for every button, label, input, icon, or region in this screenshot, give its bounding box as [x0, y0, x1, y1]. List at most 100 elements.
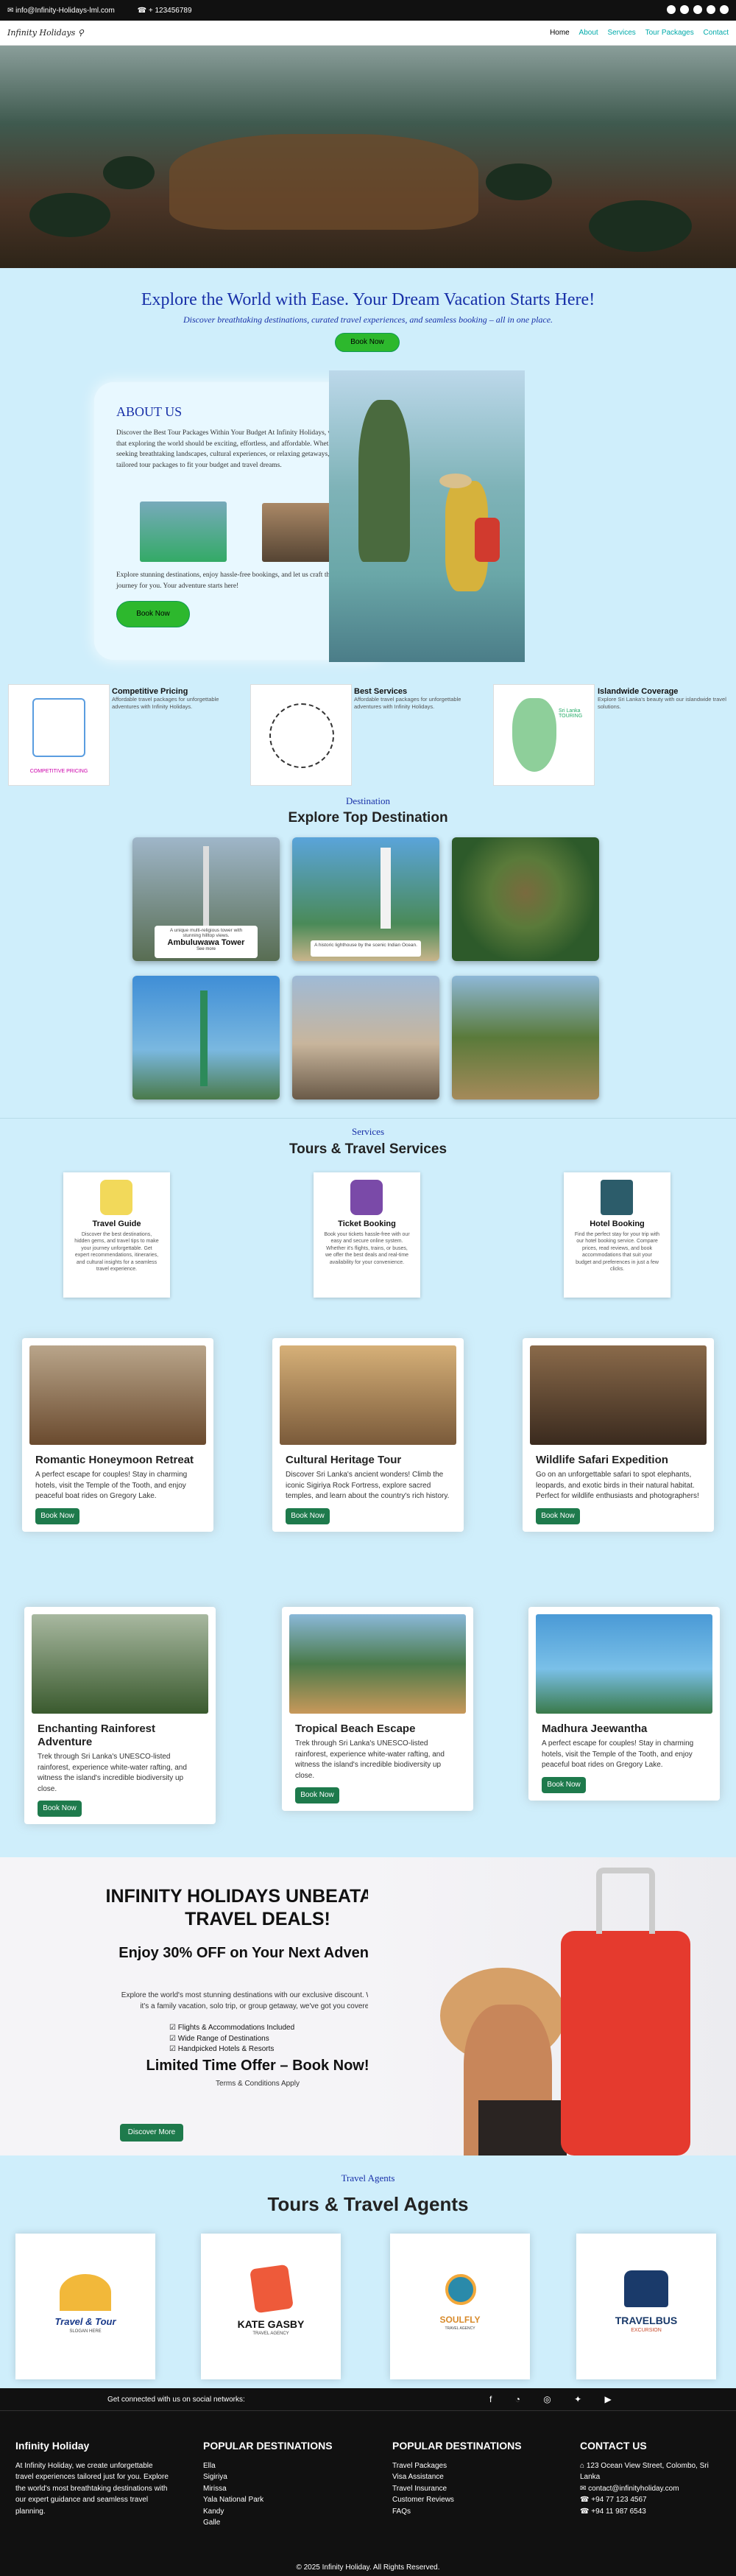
sun-hat [439, 474, 472, 488]
striped-shirt [478, 2100, 567, 2156]
service-title: Travel Guide [92, 1220, 141, 1228]
services-kicker: Services [351, 1126, 385, 1137]
footer-link[interactable]: Visa Assistance [392, 2471, 539, 2483]
promo-image [368, 1857, 736, 2156]
footer-link[interactable]: Galle [203, 2517, 350, 2529]
twitter-icon[interactable]: ✦ [574, 2394, 581, 2404]
footer-link[interactable]: Travel Insurance [392, 2483, 539, 2495]
promo-banner: INFINITY HOLIDAYS UNBEATABLE TRAVEL DEAL… [0, 1857, 736, 2156]
tour-book-button[interactable]: Book Now [542, 1776, 586, 1793]
agent-logo-name: SOULFLY [439, 2315, 481, 2325]
footer-link[interactable]: FAQs [392, 2506, 539, 2518]
phone-icon: ☎ [580, 2507, 590, 2516]
nav-tour-packages[interactable]: Tour Packages [645, 29, 694, 37]
tour-book-button[interactable]: Book Now [536, 1507, 580, 1524]
hero-tree [29, 193, 110, 237]
footer-link[interactable]: Mirissa [203, 2483, 350, 2495]
email-line[interactable]: ✉ contact@infinityholiday.com [580, 2483, 727, 2495]
phone-contact[interactable]: ☎ + 123456789 [138, 7, 202, 15]
email-contact[interactable]: ✉ info@Infinity-Holidays-lml.com [7, 7, 125, 15]
whatsapp-icon[interactable] [680, 4, 689, 14]
tour-title: Cultural Heritage Tour [286, 1454, 402, 1466]
nav-contact[interactable]: Contact [704, 29, 729, 37]
feature-coverage: Islandwide Coverage Explore Sri Lanka's … [598, 687, 730, 711]
destination-card-ambuluwawa[interactable]: A unique multi-religious tower with stun… [132, 837, 280, 961]
facebook-icon[interactable]: f [489, 2394, 492, 2404]
nav-about[interactable]: About [579, 29, 598, 37]
service-ticket-booking[interactable]: Ticket Booking Book your tickets hassle-… [314, 1172, 420, 1298]
hero-image [0, 46, 736, 268]
phone-line[interactable]: ☎ +94 11 987 6543 [580, 2506, 727, 2518]
destination-card-lighthouse[interactable]: A historic lighthouse by the scenic Indi… [292, 837, 439, 961]
feature-desc: Explore Sri Lanka's beauty with our isla… [598, 696, 726, 710]
destination-card-temple[interactable] [292, 976, 439, 1099]
discover-more-button[interactable]: Discover More [120, 2124, 183, 2142]
tour-book-button[interactable]: Book Now [295, 1787, 339, 1803]
footer-contact: CONTACT US ⌂ 123 Ocean View Street, Colo… [580, 2438, 727, 2517]
tour-book-button[interactable]: Book Now [286, 1507, 330, 1524]
facebook-icon[interactable] [667, 4, 676, 14]
agent-logo-sub: EXCURSION [631, 2328, 662, 2333]
agent-card[interactable]: TRAVELBUS EXCURSION [576, 2234, 716, 2379]
footer-destinations: POPULAR DESTINATIONS Ella Sigiriya Miris… [203, 2438, 350, 2529]
agent-card[interactable]: Travel & Tour SLOGAN HERE [15, 2234, 155, 2379]
ticket-icon [350, 1180, 383, 1215]
hotel-icon [601, 1180, 633, 1215]
phone-line[interactable]: ☎ +94 77 123 4567 [580, 2494, 727, 2506]
instagram-icon[interactable]: ◎ [543, 2394, 551, 2404]
about-title: ABOUT US [116, 404, 183, 419]
footer-link[interactable]: Travel Packages [392, 2460, 539, 2472]
feature-desc: Affordable travel packages for unforgett… [354, 696, 461, 710]
tower-shape [200, 990, 208, 1086]
nav-services[interactable]: Services [607, 29, 635, 37]
hero-tree [486, 163, 552, 200]
tour-card: Cultural Heritage Tour Discover Sri Lank… [272, 1338, 464, 1532]
tour-image [280, 1345, 456, 1445]
agent-card[interactable]: KATE GASBY TRAVEL AGENCY [201, 2234, 341, 2379]
about-book-button[interactable]: Book Now [116, 601, 190, 627]
agents-kicker: Travel Agents [341, 2172, 395, 2183]
promo-limited: Limited Time Offer – Book Now! [146, 2058, 369, 2074]
about-boat-photo [140, 502, 227, 562]
footer-link[interactable]: Sigiriya [203, 2471, 350, 2483]
site-logo[interactable]: Infinity Holidays ⚲ [7, 28, 84, 38]
destination-card-sigiriya[interactable] [452, 837, 599, 961]
destination-card-safari[interactable] [452, 976, 599, 1099]
tour-image [289, 1614, 466, 1714]
red-backpack [475, 518, 500, 562]
tour-book-button[interactable]: Book Now [38, 1801, 82, 1817]
footer-link[interactable]: Kandy [203, 2506, 350, 2518]
service-travel-guide[interactable]: Travel Guide Discover the best destinati… [63, 1172, 170, 1298]
nav-home[interactable]: Home [550, 29, 570, 37]
hero-book-button[interactable]: Book Now [335, 333, 400, 352]
phone-text: + 123456789 [148, 6, 192, 15]
destination-card-lotus-tower[interactable] [132, 976, 280, 1099]
instagram-icon[interactable] [693, 4, 702, 14]
navbar: Infinity Holidays ⚲ Home About Services … [0, 21, 736, 46]
footer-link[interactable]: Customer Reviews [392, 2494, 539, 2506]
agent-card[interactable]: SOULFLY TRAVEL AGENCY [390, 2234, 530, 2379]
tour-title: Wildlife Safari Expedition [536, 1454, 668, 1466]
agent-logo-sub: SLOGAN HERE [69, 2329, 102, 2334]
footer-link[interactable]: Yala National Park [203, 2494, 350, 2506]
promo-feature-text: Flights & Accommodations Included [177, 2024, 295, 2032]
price-tags-icon [32, 698, 85, 757]
see-more-link[interactable]: See more [155, 947, 258, 951]
tour-card: Wildlife Safari Expedition Go on an unfo… [523, 1338, 714, 1532]
whatsapp-icon[interactable]: ◔ [515, 2394, 520, 2404]
tour-card: Tropical Beach Escape Trek through Sri L… [282, 1607, 473, 1811]
tour-book-button[interactable]: Book Now [35, 1507, 79, 1524]
travel-guide-icon [100, 1180, 132, 1215]
map-label: Sri Lanka TOURING [559, 708, 583, 719]
tour-desc: Trek through Sri Lanka's UNESCO-listed r… [38, 1753, 187, 1793]
youtube-icon[interactable] [720, 4, 729, 14]
service-hotel-booking[interactable]: Hotel Booking Find the perfect stay for … [564, 1172, 670, 1298]
promo-feature: ☑ Wide Range of Destinations [169, 2034, 294, 2045]
youtube-icon[interactable]: ▶ [605, 2394, 612, 2404]
services-icons-icon [269, 703, 334, 768]
footer-link[interactable]: Ella [203, 2460, 350, 2472]
destination-popup: A unique multi-religious tower with stun… [155, 926, 258, 958]
feature-title: Best Services [354, 687, 408, 696]
twitter-icon[interactable] [707, 4, 715, 14]
agent-logo-globe [445, 2274, 476, 2305]
